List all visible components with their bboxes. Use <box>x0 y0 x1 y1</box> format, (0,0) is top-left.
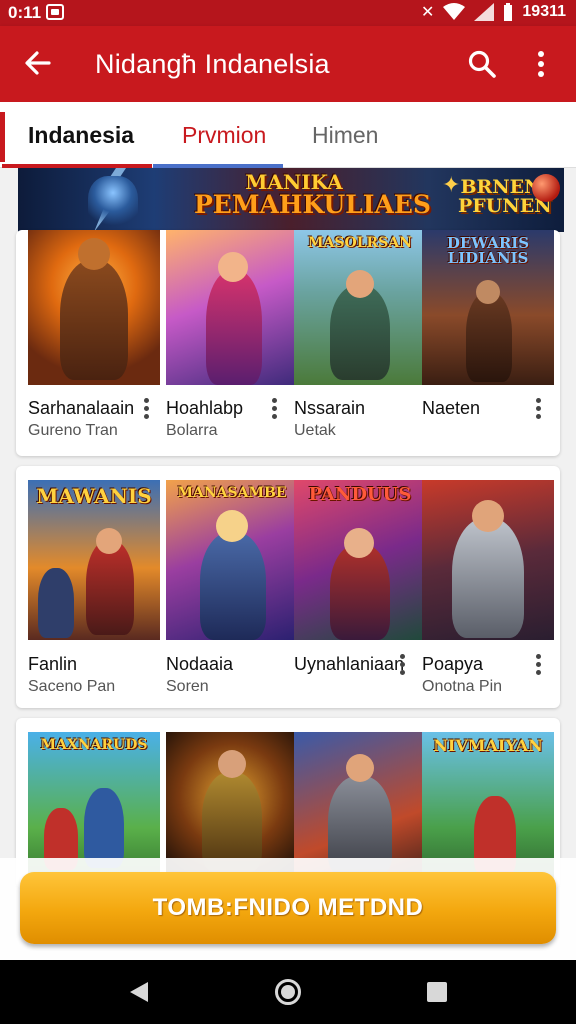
search-icon[interactable] <box>466 48 498 80</box>
game-subtitle: Gureno Tran <box>28 422 118 439</box>
game-menu-icon[interactable] <box>532 396 544 426</box>
game-logo: DEWARIS LIDIANIS <box>446 234 530 267</box>
banner-side-title: BRNEN PFUNEN <box>458 178 552 217</box>
game-logo: MAWANIS <box>36 484 152 508</box>
status-clock: 19311 <box>522 3 566 20</box>
status-time: 0:11 <box>8 3 42 22</box>
game-subtitle: Bolarra <box>166 422 218 439</box>
game-thumbnail[interactable] <box>166 230 298 385</box>
tab-prvmion[interactable]: Prvmion <box>182 122 266 149</box>
cta-button[interactable]: TOMB:FNIDO METDND <box>20 872 556 944</box>
game-title: Poapya <box>422 654 484 674</box>
tab-bar: Indanesia Prvmion Himen <box>0 102 576 168</box>
tab-accent-bar <box>0 112 5 162</box>
banner-side-line2: PFUNEN <box>458 195 552 217</box>
page-title: Nidangħ Indanelsia <box>95 49 330 79</box>
cta-container: TOMB:FNIDO METDND <box>0 858 576 960</box>
nav-back-icon[interactable] <box>128 980 150 1004</box>
game-subtitle: Onotna Pin <box>422 678 503 695</box>
game-menu-icon[interactable] <box>140 396 152 426</box>
status-bar: 0:11 ✕ 19311 <box>0 0 576 26</box>
game-title: Nodaaia <box>166 654 234 674</box>
system-nav-bar <box>0 960 576 1024</box>
game-title: Hoahlabp <box>166 398 244 418</box>
game-logo: MAXNARUDS <box>40 737 148 753</box>
game-logo: NIVMAIYAN <box>433 736 543 755</box>
promo-banner[interactable]: MANIKA PEMAHKULIAES ✦ BRNEN PFUNEN <box>18 168 564 232</box>
game-logo: PANDUUS <box>308 484 412 505</box>
game-thumbnail[interactable]: MASOLRSAN <box>294 230 426 385</box>
banner-title-line1: MANIKA <box>245 170 343 194</box>
back-arrow-icon[interactable] <box>22 46 52 80</box>
game-title: Nssarain <box>294 398 366 418</box>
more-vert-icon[interactable] <box>528 48 554 80</box>
screen: 0:11 ✕ 19311 Nidangħ Indanelsia Indanesi… <box>0 0 576 1024</box>
nav-home-icon[interactable] <box>275 979 301 1005</box>
tab-himen[interactable]: Himen <box>312 122 378 149</box>
game-subtitle: Saceno Pan <box>28 678 116 695</box>
game-thumbnail[interactable]: PANDUUS <box>294 480 426 640</box>
game-title: Naeten <box>422 398 481 418</box>
game-menu-icon[interactable] <box>396 652 408 682</box>
game-row-card: Sarhanalaain Gureno Tran Hoahlabp Bolarr… <box>16 230 560 456</box>
signal-icon <box>474 3 495 21</box>
banner-title: MANIKA PEMAHKULIAES <box>194 170 431 219</box>
game-row-card: MAWANIS Fanlin Saceno Pan MANASAMBE Noda… <box>16 466 560 708</box>
game-title: Fanlin <box>28 654 78 674</box>
game-logo: MANASAMBE <box>177 485 287 501</box>
nav-recents-icon[interactable] <box>427 982 447 1002</box>
orb-icon <box>532 174 560 202</box>
banner-hero-art <box>88 176 138 232</box>
game-subtitle: Soren <box>166 678 209 695</box>
game-title: Uynahlaniaan <box>294 654 405 674</box>
tab-indanesia[interactable]: Indanesia <box>28 122 134 149</box>
game-menu-icon[interactable] <box>532 652 544 682</box>
battery-icon <box>504 3 513 21</box>
app-bar: Nidangħ Indanelsia <box>0 26 576 102</box>
banner-title-line2: PEMAHKULIAES <box>194 190 431 219</box>
game-menu-icon[interactable] <box>268 396 280 426</box>
game-thumbnail[interactable]: MANASAMBE <box>166 480 298 640</box>
game-subtitle: Uetak <box>294 422 336 439</box>
game-thumbnail[interactable] <box>28 230 160 385</box>
game-thumbnail[interactable]: MAWANIS <box>28 480 160 640</box>
game-logo: MASOLRSAN <box>308 235 412 251</box>
game-title: Sarhanalaain <box>28 398 135 418</box>
game-thumbnail[interactable]: DEWARIS LIDIANIS <box>422 230 554 385</box>
notification-icon <box>46 4 64 20</box>
status-icons: ✕ 19311 <box>421 2 566 22</box>
wifi-icon <box>443 3 466 20</box>
no-sim-icon: ✕ <box>420 4 435 21</box>
game-thumbnail[interactable] <box>422 480 554 640</box>
